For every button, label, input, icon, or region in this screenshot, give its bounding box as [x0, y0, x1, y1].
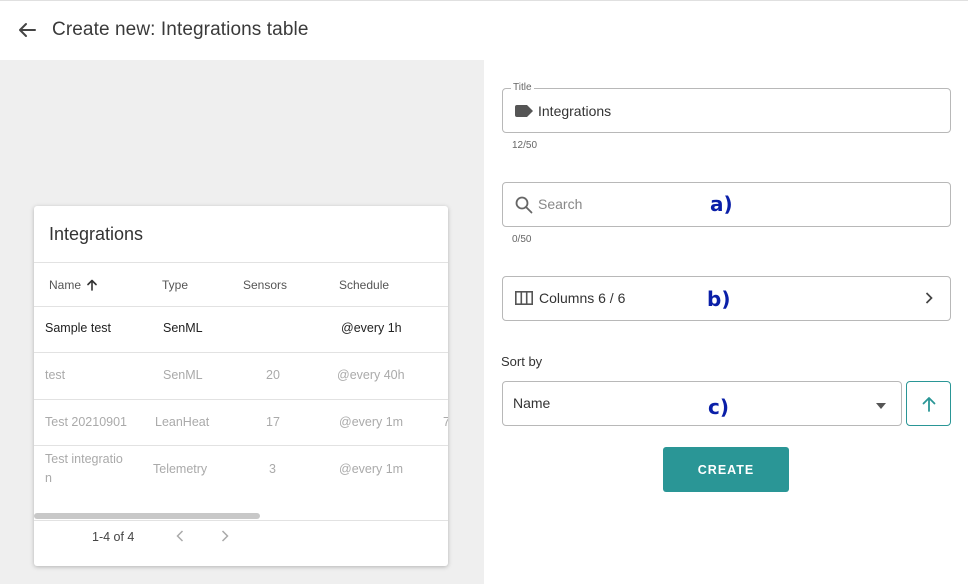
divider	[34, 352, 448, 353]
cell-type: LeanHeat	[155, 415, 210, 429]
cell-schedule: @every 1m	[339, 415, 404, 429]
arrow-left-icon	[19, 23, 36, 37]
title-field-label: Title	[511, 82, 534, 93]
columns-label: Columns 6 / 6	[539, 290, 626, 306]
preview-table-card: Integrations Name Type Sensors Schedule …	[34, 206, 448, 566]
cell-sensors: 17	[266, 415, 280, 429]
annotation-b: b)	[707, 287, 731, 311]
title-field[interactable]: Title Integrations	[502, 82, 951, 133]
preview-table-title: Integrations	[49, 224, 144, 244]
create-button[interactable]: CREATE	[663, 447, 789, 492]
cell-name-line1: Test integratio	[45, 452, 123, 466]
search-placeholder: Search	[538, 196, 583, 212]
previous-page-button[interactable]	[170, 526, 190, 546]
search-char-counter: 0/50	[512, 234, 532, 245]
annotation-c: c)	[708, 395, 729, 419]
chevron-right-icon	[221, 530, 229, 542]
cell-sensors: 20	[266, 368, 280, 382]
page-header: Create new: Integrations table	[0, 1, 968, 60]
column-header-label: Name	[49, 278, 82, 292]
column-header-schedule[interactable]: Schedule	[339, 278, 389, 292]
divider	[34, 520, 448, 521]
column-header-sensors[interactable]: Sensors	[243, 278, 287, 292]
column-header-type[interactable]: Type	[162, 278, 188, 292]
dropdown-arrow-icon	[876, 403, 886, 409]
title-input-value: Integrations	[538, 103, 612, 119]
chevron-left-icon	[176, 530, 184, 542]
cell-type: Telemetry	[153, 462, 208, 476]
sort-by-selected-value: Name	[513, 395, 551, 411]
cell-type: SenML	[163, 321, 203, 335]
cell-schedule: @every 40h	[337, 368, 405, 382]
back-button[interactable]	[14, 17, 40, 43]
sort-by-label: Sort by	[501, 354, 543, 369]
arrow-up-icon	[922, 396, 935, 412]
cell-name: test	[45, 368, 66, 382]
label-tag-icon	[515, 105, 533, 117]
cell-schedule: @every 1h	[341, 321, 402, 335]
cell-name-line2: n	[45, 471, 52, 485]
sort-ascending-icon	[87, 279, 98, 291]
annotation-a: a)	[710, 192, 733, 216]
cell-sensors: 3	[269, 462, 276, 476]
sort-by-select[interactable]: Name	[502, 381, 902, 426]
title-char-counter: 12/50	[512, 140, 538, 151]
preview-panel: Integrations Name Type Sensors Schedule …	[0, 60, 484, 584]
divider	[34, 306, 448, 307]
cell-schedule: @every 1m	[339, 462, 404, 476]
divider	[34, 262, 448, 263]
cell-type: SenML	[163, 368, 203, 382]
cell-name: Sample test	[45, 321, 112, 335]
horizontal-scrollbar[interactable]	[34, 513, 260, 519]
columns-icon	[515, 291, 533, 305]
chevron-right-icon	[925, 292, 933, 304]
search-icon	[515, 196, 533, 214]
column-header-name[interactable]: Name	[49, 278, 98, 292]
divider	[34, 399, 448, 400]
cell-overflow: 7	[443, 415, 448, 429]
pagination-range: 1-4 of 4	[92, 530, 135, 544]
divider	[34, 445, 448, 446]
next-page-button[interactable]	[215, 526, 235, 546]
page-title: Create new: Integrations table	[52, 19, 309, 40]
sort-direction-button[interactable]	[906, 381, 951, 426]
cell-name: Test 20210901	[45, 415, 128, 429]
